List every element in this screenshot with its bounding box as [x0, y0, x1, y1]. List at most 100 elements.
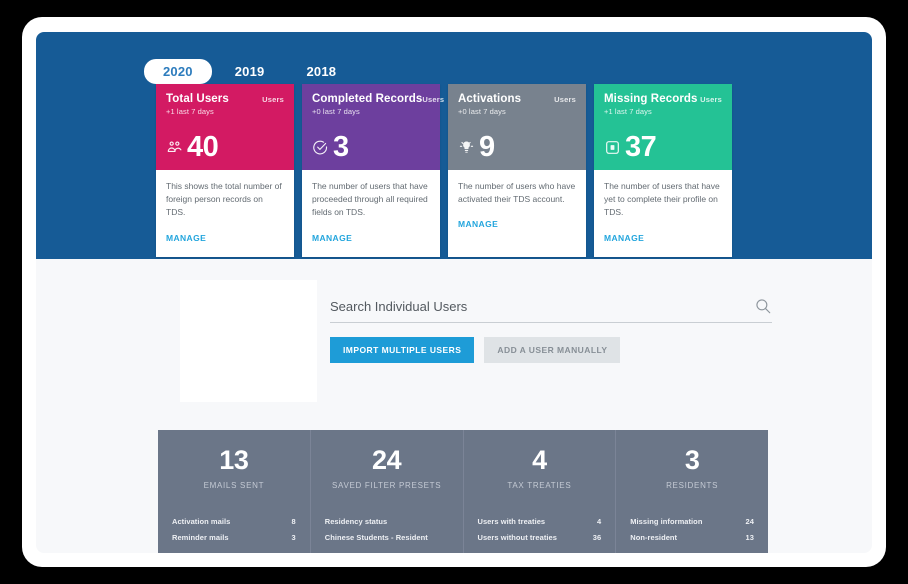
- stat-card-title-row: Completed Records Users: [312, 93, 444, 105]
- stat-number: 4: [532, 445, 547, 475]
- stat-row-label: Activation mails: [172, 517, 231, 527]
- stat-card: Missing Records Users +1 last 7 days 37 The …: [594, 84, 732, 257]
- stats-panel: 13 EMAILS SENT Activation mails 8 Reminder m…: [158, 430, 768, 553]
- stat-card-value-row: 37: [604, 131, 657, 163]
- device-frame: 2020 2019 2018 Total Users Users +1 last 7 d…: [0, 0, 908, 584]
- stat-card-value-row: 40: [166, 131, 219, 163]
- check-circle-icon: [312, 139, 329, 156]
- app-viewport: 2020 2019 2018 Total Users Users +1 last 7 d…: [36, 32, 872, 553]
- stat-card-badge: Users: [554, 95, 576, 104]
- stat-column: 4 TAX TREATIES Users with treaties 4 Users w…: [464, 430, 617, 553]
- stat-column: 3 RESIDENTS Missing information 24 Non-resid…: [616, 430, 768, 553]
- stat-card-value: 40: [187, 131, 219, 163]
- search-input[interactable]: [330, 298, 754, 314]
- stat-card-title-row: Missing Records Users: [604, 93, 722, 105]
- stat-card-manage-link[interactable]: MANAGE: [166, 233, 206, 243]
- stat-card-body: This shows the total number of foreign p…: [156, 170, 294, 257]
- add-user-manually-button[interactable]: ADD A USER MANUALLY: [484, 337, 621, 363]
- search-icon[interactable]: [754, 297, 772, 315]
- stat-row-label: Missing information: [630, 517, 703, 527]
- stat-card-body: The number of users who have activated t…: [448, 170, 586, 243]
- stat-label: SAVED FILTER PRESETS: [331, 481, 442, 491]
- stat-card-header: Completed Records Users +0 last 7 days 3: [302, 84, 444, 170]
- media-placeholder: [180, 280, 317, 402]
- people-group-icon: [166, 139, 183, 156]
- stat-row-list: Missing information 24 Non-resident 13: [616, 514, 768, 546]
- device-screen: 2020 2019 2018 Total Users Users +1 last 7 d…: [22, 17, 886, 567]
- stat-row: Non-resident 13: [630, 530, 754, 546]
- stat-card-header: Missing Records Users +1 last 7 days 37: [594, 84, 732, 170]
- stat-row-label: Users without treaties: [477, 533, 557, 543]
- search-area: IMPORT MULTIPLE USERS ADD A USER MANUALL…: [330, 297, 772, 363]
- stat-row: Users without treaties 36: [478, 530, 602, 546]
- stat-row-label: Non-resident: [630, 533, 678, 543]
- stat-card-subtitle: +0 last 7 days: [312, 107, 360, 116]
- stat-label: EMAILS SENT: [203, 481, 265, 491]
- stat-card-badge: Users: [262, 95, 284, 104]
- stat-card-title: Activations: [458, 93, 522, 105]
- stat-row: Missing information 24: [630, 514, 754, 530]
- stat-card-body: The number of users that have yet to com…: [594, 170, 732, 257]
- stat-card-manage-link[interactable]: MANAGE: [458, 219, 498, 229]
- year-tab-2018[interactable]: 2018: [287, 59, 355, 84]
- stat-card-description: The number of users who have activated t…: [458, 181, 576, 205]
- action-button-row: IMPORT MULTIPLE USERS ADD A USER MANUALL…: [330, 337, 772, 363]
- year-tab-2019[interactable]: 2019: [216, 59, 284, 84]
- stat-card-value: 37: [625, 131, 657, 163]
- document-box-icon: [604, 139, 621, 156]
- stat-card-title: Completed Records: [312, 93, 423, 105]
- stat-card-manage-link[interactable]: MANAGE: [312, 233, 352, 243]
- stat-card-value-row: 3: [312, 133, 349, 162]
- stat-card-description: The number of users that have yet to com…: [604, 181, 720, 218]
- stat-row: Chinese Students - Resident: [325, 530, 449, 546]
- stat-card-title-row: Activations Users: [458, 93, 576, 105]
- stat-row-label: Reminder mails: [172, 533, 229, 543]
- stat-card-manage-link[interactable]: MANAGE: [604, 233, 644, 243]
- stat-card-subtitle: +0 last 7 days: [458, 107, 506, 116]
- stat-row: Reminder mails 3: [172, 530, 296, 546]
- stat-column: 24 SAVED FILTER PRESETS Residency status Ch…: [311, 430, 464, 553]
- search-section: IMPORT MULTIPLE USERS ADD A USER MANUALL…: [36, 259, 872, 412]
- year-tab-group: 2020 2019 2018: [144, 59, 355, 84]
- stat-card-title-row: Total Users Users: [166, 93, 284, 105]
- stat-card-title: Missing Records: [604, 93, 698, 105]
- stat-card-value-row: 9: [458, 133, 495, 162]
- stat-row-label: Users with treaties: [477, 517, 546, 527]
- stat-row-value: 8: [291, 517, 296, 527]
- stat-row: Residency status: [325, 514, 449, 530]
- year-tab-2020[interactable]: 2020: [144, 59, 212, 84]
- stat-card: Total Users Users +1 last 7 days 40 This sho…: [156, 84, 294, 257]
- stat-card-group: Total Users Users +1 last 7 days 40 This sho…: [156, 84, 732, 257]
- stat-row-value: 24: [745, 517, 754, 527]
- lightbulb-icon: [458, 139, 475, 156]
- stat-number: 24: [372, 445, 402, 475]
- stat-card-header: Activations Users +0 last 7 days 9: [448, 84, 586, 170]
- stat-card-value: 9: [479, 131, 495, 163]
- stat-number: 3: [684, 445, 700, 475]
- stat-card-description: The number of users that have proceeded …: [312, 181, 428, 218]
- stat-card-description: This shows the total number of foreign p…: [166, 181, 282, 218]
- import-multiple-users-button[interactable]: IMPORT MULTIPLE USERS: [330, 337, 475, 363]
- search-row: [330, 297, 772, 323]
- stat-label: RESIDENTS: [666, 481, 719, 491]
- stat-card-subtitle: +1 last 7 days: [604, 107, 652, 116]
- stat-card: Activations Users +0 last 7 days 9 The numbe…: [448, 84, 586, 257]
- stat-card-subtitle: +1 last 7 days: [166, 107, 214, 116]
- stat-card: Completed Records Users +0 last 7 days 3 The…: [302, 84, 444, 257]
- stat-row-value: 3: [291, 533, 296, 543]
- stat-card-title: Total Users: [166, 93, 229, 105]
- stat-label: TAX TREATIES: [507, 481, 572, 491]
- stat-card-header: Total Users Users +1 last 7 days 40: [156, 84, 294, 170]
- stat-row-value: 13: [745, 533, 754, 543]
- stat-row-value: 36: [592, 533, 602, 543]
- stat-card-value: 3: [333, 131, 349, 163]
- stat-row-value: 4: [597, 517, 602, 527]
- stat-card-body: The number of users that have proceeded …: [302, 170, 440, 257]
- stat-column: 13 EMAILS SENT Activation mails 8 Reminder m…: [158, 430, 311, 553]
- stat-row: Activation mails 8: [172, 514, 296, 530]
- stat-card-badge: Users: [422, 95, 445, 104]
- stat-row-list: Users with treaties 4 Users without treati…: [464, 514, 616, 546]
- stat-number: 13: [219, 445, 249, 475]
- stat-row: Users with treaties 4: [478, 514, 602, 530]
- stat-row-label: Residency status: [324, 517, 388, 527]
